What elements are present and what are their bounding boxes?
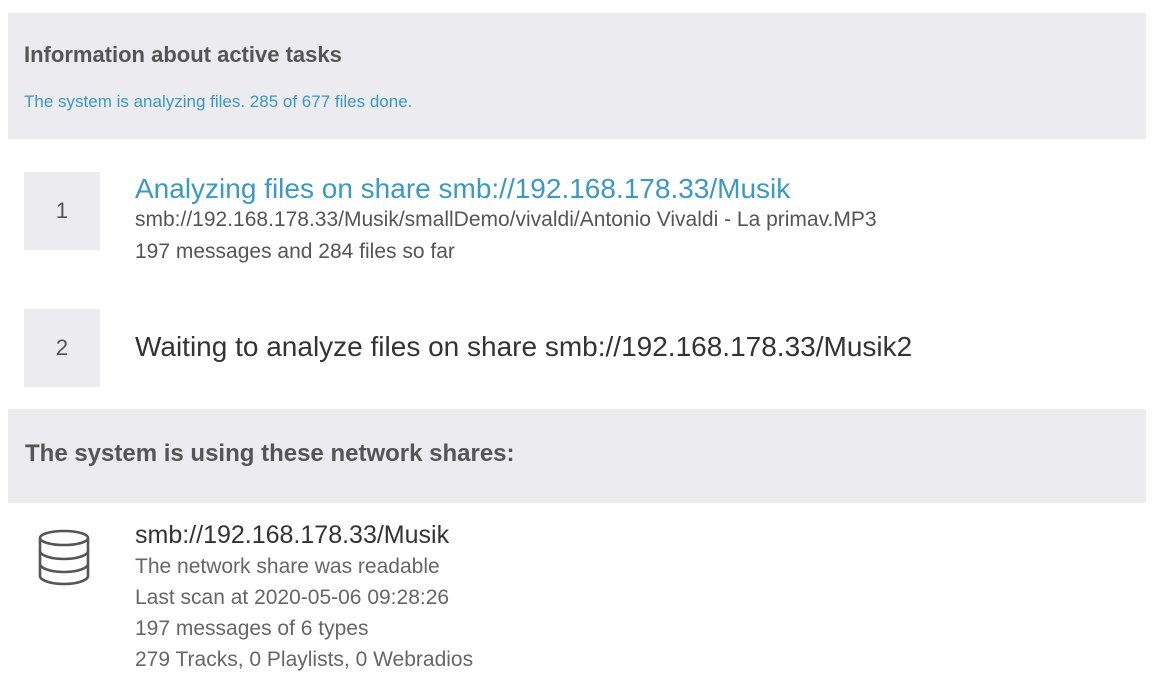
network-shares-header: The system is using these network shares… <box>8 409 1146 503</box>
task-title: Waiting to analyze files on share smb://… <box>135 331 913 362</box>
active-tasks-status: The system is analyzing files. 285 of 67… <box>24 92 413 111</box>
share-state: The network share was readable <box>135 555 440 578</box>
task-item-1: 1 Analyzing files on share smb://192.168… <box>24 172 1157 263</box>
share-last-scan: Last scan at 2020-05-06 09:28:26 <box>135 586 450 609</box>
share-messages: 197 messages of 6 types <box>135 617 369 640</box>
share-name: smb://192.168.178.33/Musik <box>135 521 450 549</box>
task-title-link[interactable]: Analyzing files on share smb://192.168.1… <box>135 173 877 205</box>
active-tasks-title: Information about active tasks <box>24 42 342 67</box>
task-current-file: smb://192.168.178.33/Musik/smallDemo/viv… <box>135 208 877 231</box>
active-tasks-header: Information about active tasks The syste… <box>8 13 1146 139</box>
task-details: Analyzing files on share smb://192.168.1… <box>135 173 877 268</box>
network-share-details: smb://192.168.178.33/Musik The network s… <box>135 519 473 675</box>
share-counts: 279 Tracks, 0 Playlists, 0 Webradios <box>135 648 474 671</box>
task-item-2: 2 Waiting to analyze files on share smb:… <box>24 309 1157 387</box>
page: Information about active tasks The syste… <box>0 0 1157 690</box>
task-progress-text: 197 messages and 284 files so far <box>135 240 455 263</box>
task-number-badge: 2 <box>24 309 100 387</box>
database-icon <box>36 528 92 588</box>
task-number-badge: 1 <box>24 172 100 250</box>
network-shares-title: The system is using these network shares… <box>25 440 515 467</box>
